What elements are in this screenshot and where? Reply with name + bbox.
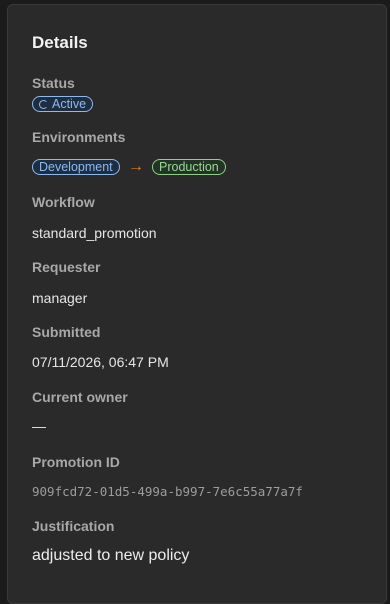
workflow-value: standard_promotion xyxy=(32,225,157,241)
promotion-id-label: Promotion ID xyxy=(32,454,120,470)
workflow-label: Workflow xyxy=(32,194,95,210)
status-badge: Active xyxy=(32,96,94,112)
env-to-badge: Production xyxy=(152,159,226,175)
submitted-value: 07/11/2026, 06:47 PM xyxy=(32,354,169,370)
details-title: Details xyxy=(32,33,88,52)
requester-value: manager xyxy=(32,290,88,306)
environments-label: Environments xyxy=(32,129,126,145)
details-panel: Details Status Active Environments Devel… xyxy=(7,4,387,604)
env-from-badge: Development xyxy=(32,159,120,175)
justification-label: Justification xyxy=(32,518,115,534)
submitted-label: Submitted xyxy=(32,324,101,340)
status-label: Status xyxy=(32,75,75,91)
requester-label: Requester xyxy=(32,259,101,275)
arrow-right-icon: → xyxy=(128,158,144,175)
spinner-icon xyxy=(39,99,48,109)
promotion-id-value: 909fcd72-01d5-499a-b997-7e6c55a77a7f xyxy=(32,484,303,499)
status-value: Active xyxy=(52,97,87,111)
current-owner-value: — xyxy=(32,418,46,434)
current-owner-label: Current owner xyxy=(32,389,128,405)
justification-value: adjusted to new policy xyxy=(32,547,190,564)
